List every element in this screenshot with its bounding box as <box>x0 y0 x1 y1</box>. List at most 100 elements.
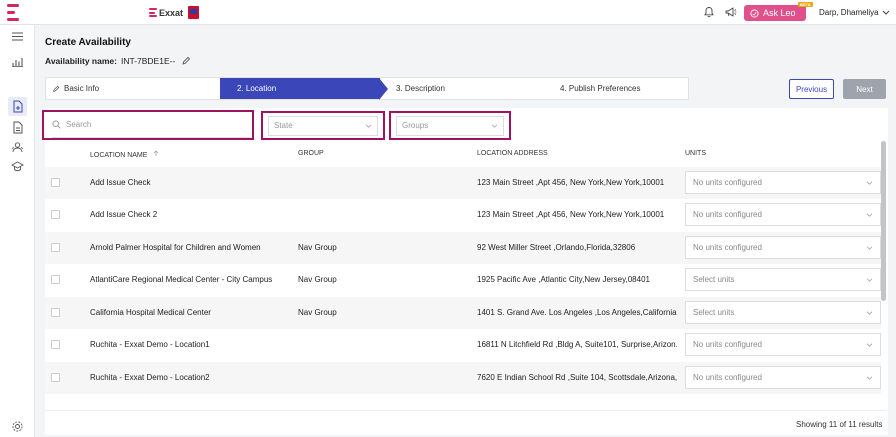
hamburger-menu-icon[interactable] <box>11 30 24 43</box>
previous-button[interactable]: Previous <box>789 79 834 99</box>
column-header-location-address[interactable]: LOCATION ADDRESS <box>477 150 548 157</box>
group-cell: Nav Group <box>298 243 337 252</box>
location-address-cell: 1925 Pacific Ave ,Atlantic City,New Jers… <box>477 275 650 284</box>
units-select[interactable]: No units configured <box>685 203 881 226</box>
chevron-down-icon <box>866 246 873 250</box>
availability-name-row: Availability name: INT-7BDE1E-- <box>45 56 191 66</box>
results-count: Showing 11 of 11 results <box>796 420 883 429</box>
units-select-value: No units configured <box>693 340 762 349</box>
step-arrow <box>379 78 388 100</box>
units-select-value: Select units <box>693 308 735 317</box>
units-select[interactable]: No units configured <box>685 333 881 356</box>
scrollbar[interactable] <box>881 141 886 301</box>
table-row[interactable]: Ruchita - Exxat Demo - Location1 16811 N … <box>45 329 881 361</box>
row-checkbox[interactable] <box>51 210 60 219</box>
exxat-logo-icon <box>149 8 157 17</box>
step-label: Basic Info <box>64 84 100 93</box>
location-name-cell: Ruchita - Exxat Demo - Location2 <box>90 373 210 382</box>
location-name-cell: AtlantiCare Regional Medical Center - Ci… <box>90 275 273 284</box>
location-address-cell: 7620 E Indian School Rd ,Suite 104, Scot… <box>477 373 677 382</box>
user-name: Darp, Dhameliya <box>819 8 879 17</box>
megaphone-icon[interactable] <box>724 6 737 18</box>
units-select-value: No units configured <box>693 243 762 252</box>
location-address-cell: 92 West Miller Street ,Orlando,Florida,3… <box>477 243 636 252</box>
location-name-cell: Ruchita - Exxat Demo - Location1 <box>90 340 210 349</box>
table-row[interactable]: California Hospital Medical Center Nav Gr… <box>45 297 881 329</box>
bell-icon[interactable] <box>703 6 715 18</box>
step-description[interactable]: 3. Description <box>396 78 445 99</box>
row-checkbox[interactable] <box>51 243 60 252</box>
school-badge-icon <box>188 6 200 19</box>
next-button[interactable]: Next <box>843 79 886 99</box>
page-title: Create Availability <box>45 37 131 48</box>
row-checkbox[interactable] <box>51 340 60 349</box>
table-row[interactable]: Add Issue Check 123 Main Street ,Apt 456,… <box>45 167 881 199</box>
chevron-down-icon <box>866 343 873 347</box>
step-label: 4. Publish Preferences <box>560 84 641 93</box>
availability-name-value: INT-7BDE1E-- <box>120 56 176 66</box>
graduation-cap-icon[interactable] <box>11 160 24 173</box>
edit-pencil-icon <box>53 85 60 92</box>
document-icon[interactable] <box>11 121 24 134</box>
beta-badge: BETA <box>798 2 813 7</box>
table-row[interactable]: Add Issue Check 2 123 Main Street ,Apt 45… <box>45 199 881 231</box>
units-select[interactable]: No units configured <box>685 236 881 259</box>
state-filter[interactable]: State <box>261 111 385 140</box>
units-select[interactable]: Select units <box>685 268 881 291</box>
table-row[interactable]: Ruchita - Exxat Demo - Location2 7620 E I… <box>45 362 881 394</box>
units-select[interactable]: No units configured <box>685 366 881 389</box>
edit-pencil-icon[interactable] <box>181 56 191 66</box>
step-label: 3. Description <box>396 84 445 93</box>
units-select[interactable]: No units configured <box>685 171 881 194</box>
units-select-value: No units configured <box>693 178 762 187</box>
location-name-cell: Arnold Palmer Hospital for Children and … <box>90 243 261 252</box>
location-address-cell: 123 Main Street ,Apt 456, New York,New Y… <box>477 210 665 219</box>
units-select-value: Select units <box>693 275 735 284</box>
group-cell: Nav Group <box>298 308 337 317</box>
row-checkbox[interactable] <box>51 275 60 284</box>
user-menu[interactable]: Darp, Dhameliya <box>819 8 890 17</box>
ask-leo-button[interactable]: Ask Leo <box>744 5 806 21</box>
units-select[interactable]: Select units <box>685 301 881 324</box>
ask-leo-label: Ask Leo <box>763 8 796 18</box>
app-logo-icon[interactable] <box>7 4 19 21</box>
chevron-down-icon <box>882 10 889 15</box>
row-checkbox[interactable] <box>51 178 60 187</box>
location-name-cell: Add Issue Check <box>90 178 151 187</box>
table-header: LOCATION NAME GROUP LOCATION ADDRESS UNI… <box>45 146 881 164</box>
step-publish-preferences[interactable]: 4. Publish Preferences <box>560 78 641 99</box>
column-header-group[interactable]: GROUP <box>298 150 324 157</box>
table-row[interactable]: Arnold Palmer Hospital for Children and … <box>45 232 881 264</box>
users-icon[interactable] <box>11 141 24 154</box>
stepper: Basic Info 2. Location 3. Description 4.… <box>45 77 689 100</box>
analytics-icon[interactable] <box>11 55 24 68</box>
chevron-down-icon <box>866 213 873 217</box>
chevron-down-icon <box>866 181 873 185</box>
table-row[interactable]: AtlantiCare Regional Medical Center - Ci… <box>45 264 881 296</box>
location-name-cell: California Hospital Medical Center <box>90 308 211 317</box>
step-location[interactable]: 2. Location <box>220 78 380 99</box>
availability-name-label: Availability name: <box>45 56 117 66</box>
groups-filter[interactable]: Groups <box>389 111 511 140</box>
chevron-down-icon <box>365 124 372 128</box>
document-add-icon[interactable] <box>11 100 24 113</box>
column-header-location-name[interactable]: LOCATION NAME <box>90 150 159 159</box>
chevron-down-icon <box>491 124 498 128</box>
step-label: 2. Location <box>237 84 277 93</box>
location-address-cell: 16811 N Litchfield Rd ,Bldg A, Suite101,… <box>477 340 677 349</box>
row-checkbox[interactable] <box>51 308 60 317</box>
column-header-units[interactable]: UNITS <box>685 150 706 157</box>
location-address-cell: 123 Main Street ,Apt 456, New York,New Y… <box>477 178 665 187</box>
brand-name: Exxat <box>159 7 184 18</box>
location-address-cell: 1401 S. Grand Ave. Los Angeles ,Los Ange… <box>477 308 677 317</box>
chevron-down-icon <box>866 376 873 380</box>
step-basic-info[interactable]: Basic Info <box>52 78 99 99</box>
chevron-down-icon <box>866 311 873 315</box>
units-select-value: No units configured <box>693 210 762 219</box>
row-checkbox[interactable] <box>51 373 60 382</box>
search-field[interactable]: Search <box>42 110 254 140</box>
location-name-cell: Add Issue Check 2 <box>90 210 158 219</box>
search-input[interactable]: Search <box>66 120 91 129</box>
brand: Exxat <box>149 6 200 19</box>
settings-gear-icon[interactable] <box>11 420 24 433</box>
